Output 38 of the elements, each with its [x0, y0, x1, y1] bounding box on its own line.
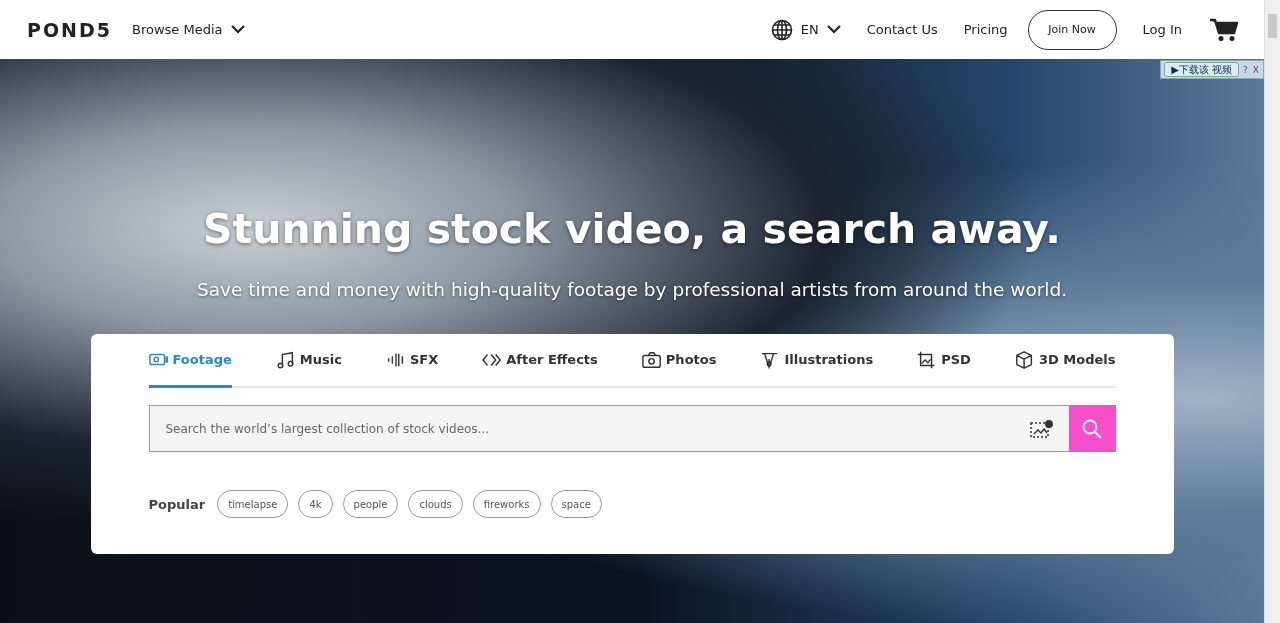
media-tab[interactable]: 3D Models	[1014, 334, 1116, 388]
logo[interactable]: POND5	[27, 18, 112, 41]
search-field[interactable]: Search the world’s largest collection of stock videos...	[148, 405, 1015, 452]
media-tab[interactable]: SFX	[385, 334, 439, 388]
hero-subtitle: Save time and money with high-quality footage by professional artists from around the world.	[196, 279, 1068, 300]
globe-icon	[770, 18, 793, 41]
cube-icon	[1014, 349, 1035, 370]
media-tab[interactable]: Photos	[641, 334, 717, 388]
nav-link[interactable]: Contact Us	[866, 22, 938, 37]
log-in-link[interactable]: Log In	[1142, 22, 1182, 37]
popular-search-tag[interactable]: clouds	[408, 490, 463, 518]
browse-media-menu[interactable]: Browse Media	[132, 22, 245, 37]
popular-search-tag[interactable]: timelapse	[217, 490, 289, 518]
join-now-button[interactable]: Join Now	[1027, 9, 1117, 50]
camera-icon	[641, 349, 662, 370]
chevron-down-icon	[826, 25, 841, 34]
media-tab[interactable]: Music	[275, 334, 342, 388]
popular-search-tag[interactable]: fireworks	[472, 490, 541, 518]
media-tab[interactable]: Footage	[148, 334, 232, 388]
help-button[interactable]: ?	[1242, 64, 1249, 75]
download-video-button[interactable]: ▶下载该 视频	[1164, 62, 1240, 77]
nav-link[interactable]: Pricing	[963, 22, 1008, 37]
popular-search-tag[interactable]: people	[342, 490, 399, 518]
hero-title: Stunning stock video, a search away.	[203, 205, 1061, 253]
image-search-icon	[1029, 418, 1054, 439]
cart-icon[interactable]	[1210, 17, 1238, 42]
search-icon	[1082, 418, 1102, 439]
chevron-down-icon	[230, 25, 245, 34]
popular-search-tag[interactable]: 4k	[298, 490, 333, 518]
popular-label: Popular	[148, 496, 206, 512]
media-tab[interactable]: PSD	[917, 334, 971, 388]
close-button[interactable]: X	[1251, 64, 1260, 75]
media-tab[interactable]: After Effects	[482, 334, 598, 388]
media-tab[interactable]: Illustrations	[760, 334, 874, 388]
image-search-button[interactable]	[1014, 405, 1069, 452]
popular-search-tag[interactable]: space	[550, 490, 602, 518]
language-selector[interactable]: EN	[770, 18, 841, 41]
music-note-icon	[275, 349, 296, 370]
